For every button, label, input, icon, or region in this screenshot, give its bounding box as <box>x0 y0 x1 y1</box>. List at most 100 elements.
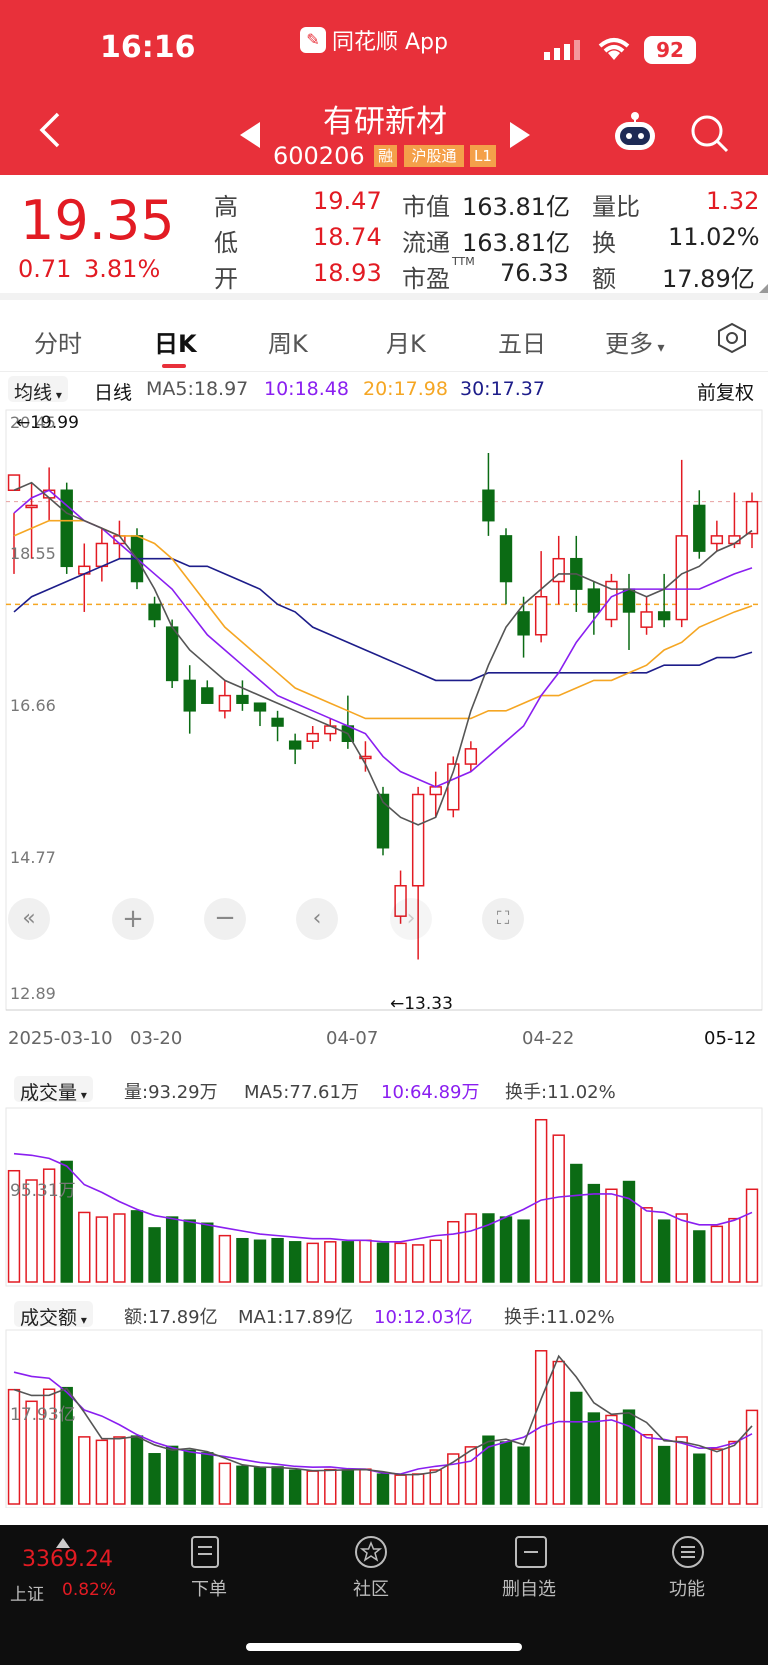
remove-watchlist-icon[interactable] <box>514 1535 548 1573</box>
candle-body <box>201 687 214 704</box>
open-value: 18.93 <box>313 259 382 287</box>
amount-bar <box>552 1360 565 1505</box>
search-icon[interactable] <box>690 114 730 158</box>
wifi-icon <box>596 36 632 66</box>
mktcap-value: 163.81亿 <box>462 193 570 221</box>
scroll-left-icon[interactable]: ‹ <box>296 898 338 940</box>
volume-bar <box>394 1242 407 1283</box>
volume-bar <box>429 1239 442 1283</box>
ma-legend-bar: 均线 ▾ 日线 MA5:18.97 10:18.48 20:17.98 30:1… <box>0 372 768 408</box>
amount-label: 额 <box>592 265 616 293</box>
volume-indicator-selector[interactable]: 成交量 ▾ <box>14 1076 93 1104</box>
scroll-right-icon[interactable]: › <box>390 898 432 940</box>
index-pct: 0.82% <box>62 1580 117 1600</box>
low-label: 低 <box>214 229 238 257</box>
ma5-legend: MA5:18.97 <box>146 378 249 400</box>
kline-svg[interactable] <box>0 408 768 1509</box>
scroll-to-start-icon[interactable]: « <box>8 898 50 940</box>
home-indicator <box>246 1643 522 1651</box>
price-tick-4: 14.77 <box>10 848 56 867</box>
amount-ma1: MA1:17.89亿 <box>238 1307 353 1328</box>
stock-name: 有研新材 <box>323 104 447 140</box>
candle-body <box>183 679 196 712</box>
amount-bar <box>306 1470 319 1505</box>
robot-assistant-icon[interactable] <box>612 112 658 156</box>
volume-bar <box>745 1188 759 1283</box>
amount-bar <box>517 1446 530 1505</box>
app-source-label[interactable]: ✎ 同花顺 App <box>300 24 448 56</box>
volume-bar <box>464 1213 478 1283</box>
volume-bar <box>324 1241 337 1283</box>
amount-bar <box>570 1391 583 1505</box>
price-tick-3: 16.66 <box>10 696 56 715</box>
amount-axis-label: 17.93亿 <box>10 1405 76 1425</box>
signal-icon <box>544 40 584 64</box>
tab-monthly-k[interactable]: 月K <box>386 324 426 359</box>
fullscreen-icon[interactable]: ⛶ <box>482 898 524 940</box>
index-value[interactable]: 3369.24 <box>22 1547 113 1572</box>
indicator-selector[interactable]: 均线 ▾ <box>8 376 68 404</box>
active-tab-indicator <box>162 364 186 368</box>
back-icon[interactable] <box>36 110 62 160</box>
zoom-in-icon[interactable]: + <box>112 898 154 940</box>
current-price: 19.35 <box>20 189 175 252</box>
amount-bar <box>728 1440 741 1505</box>
nav-remove-watchlist[interactable]: 删自选 <box>502 1575 556 1601</box>
ma5-line <box>13 481 753 826</box>
high-label: 高 <box>214 193 238 221</box>
menu-icon[interactable] <box>671 1535 705 1573</box>
amount-bar <box>288 1469 302 1505</box>
amount-bar <box>95 1439 109 1505</box>
volume-bar <box>183 1219 196 1283</box>
tab-five-day[interactable]: 五日 <box>498 324 546 359</box>
candle-body <box>165 626 179 682</box>
candle-body <box>622 588 636 613</box>
amount-bar <box>640 1433 653 1505</box>
level1-badge: L1 <box>470 145 496 167</box>
date-tick-3: 04-07 <box>326 1028 379 1049</box>
tab-weekly-k[interactable]: 周K <box>268 324 308 359</box>
amount-bar <box>376 1473 390 1505</box>
connect-badge: 沪股通 <box>404 145 464 167</box>
amount-indicator-selector[interactable]: 成交额 ▾ <box>14 1301 93 1329</box>
pe-ttm-tag: TTM <box>452 255 475 268</box>
nav-community[interactable]: 社区 <box>353 1575 389 1601</box>
tab-more[interactable]: 更多 ▾ <box>605 324 664 359</box>
amount-bar <box>113 1436 126 1505</box>
volume-bar <box>411 1244 425 1283</box>
community-icon[interactable] <box>354 1535 388 1573</box>
adjust-mode[interactable]: 前复权 <box>697 378 754 405</box>
amount-bar <box>130 1435 144 1505</box>
order-icon[interactable] <box>190 1535 220 1573</box>
amount-bar <box>165 1445 179 1505</box>
volume-bar <box>657 1219 671 1283</box>
status-time: 16:16 <box>100 30 196 65</box>
ma10-legend: 10:18.48 <box>264 378 349 400</box>
kline-chart-area[interactable]: 20.45 18.55 16.66 14.77 12.89 ←19.99 ←13… <box>0 408 768 1509</box>
amount-ma10: 10:12.03亿 <box>374 1307 473 1328</box>
high-value: 19.47 <box>313 187 382 215</box>
volratio-value: 1.32 <box>706 187 760 215</box>
amount-bar <box>657 1445 671 1505</box>
volume-bar <box>165 1216 179 1283</box>
tab-intraday[interactable]: 分时 <box>34 324 82 359</box>
price-change: 0.71 <box>18 255 72 283</box>
settings-hexagon-icon[interactable] <box>716 322 748 358</box>
amount-turnover: 换手:11.02% <box>504 1307 615 1328</box>
tab-daily-k[interactable]: 日K <box>154 324 197 359</box>
nav-order[interactable]: 下单 <box>191 1575 227 1601</box>
volume-bar <box>359 1239 372 1283</box>
caret-icon: ▾ <box>52 388 62 402</box>
nav-functions[interactable]: 功能 <box>669 1575 705 1601</box>
pe-value: 76.33 <box>500 259 569 287</box>
app-logo-icon: ✎ <box>300 27 326 53</box>
prev-stock-icon[interactable] <box>240 122 260 152</box>
amount-bar <box>341 1469 355 1505</box>
amount-bar <box>201 1452 214 1505</box>
next-stock-icon[interactable] <box>510 122 530 152</box>
amount-bar <box>429 1469 442 1505</box>
zoom-out-icon[interactable]: − <box>204 898 246 940</box>
amount-bar <box>411 1473 425 1505</box>
amount-bar <box>183 1449 196 1505</box>
amount-bar <box>693 1453 706 1505</box>
